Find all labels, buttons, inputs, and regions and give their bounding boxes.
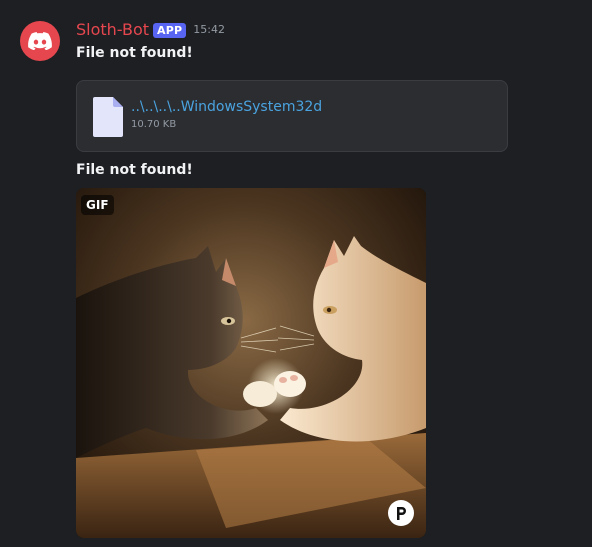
message-content: Sloth-Bot APP 15:42 File not found! ..\.…: [76, 19, 576, 538]
file-size: 10.70 KB: [131, 119, 177, 130]
message-text-2: File not found!: [76, 162, 193, 178]
message-timestamp[interactable]: 15:42: [193, 19, 225, 41]
file-document-icon: [93, 97, 123, 137]
gif-embed[interactable]: GIF: [76, 188, 426, 538]
file-attachment: ..\..\..\..WindowsSystem32d 10.70 KB: [76, 80, 508, 152]
app-badge: APP: [153, 22, 187, 38]
gif-badge: GIF: [81, 195, 114, 215]
message-header: Sloth-Bot APP 15:42: [76, 19, 576, 41]
file-download-link[interactable]: ..\..\..\..WindowsSystem32d: [131, 97, 322, 117]
author-name[interactable]: Sloth-Bot: [76, 19, 149, 41]
provider-p-logo-icon[interactable]: [388, 500, 414, 526]
message-text: File not found!: [76, 45, 193, 61]
chat-message: Sloth-Bot APP 15:42 File not found! ..\.…: [0, 0, 592, 547]
discord-logo-icon: [28, 32, 52, 50]
bot-avatar[interactable]: [20, 21, 60, 61]
cats-arm-wrestling-image: [76, 188, 426, 538]
